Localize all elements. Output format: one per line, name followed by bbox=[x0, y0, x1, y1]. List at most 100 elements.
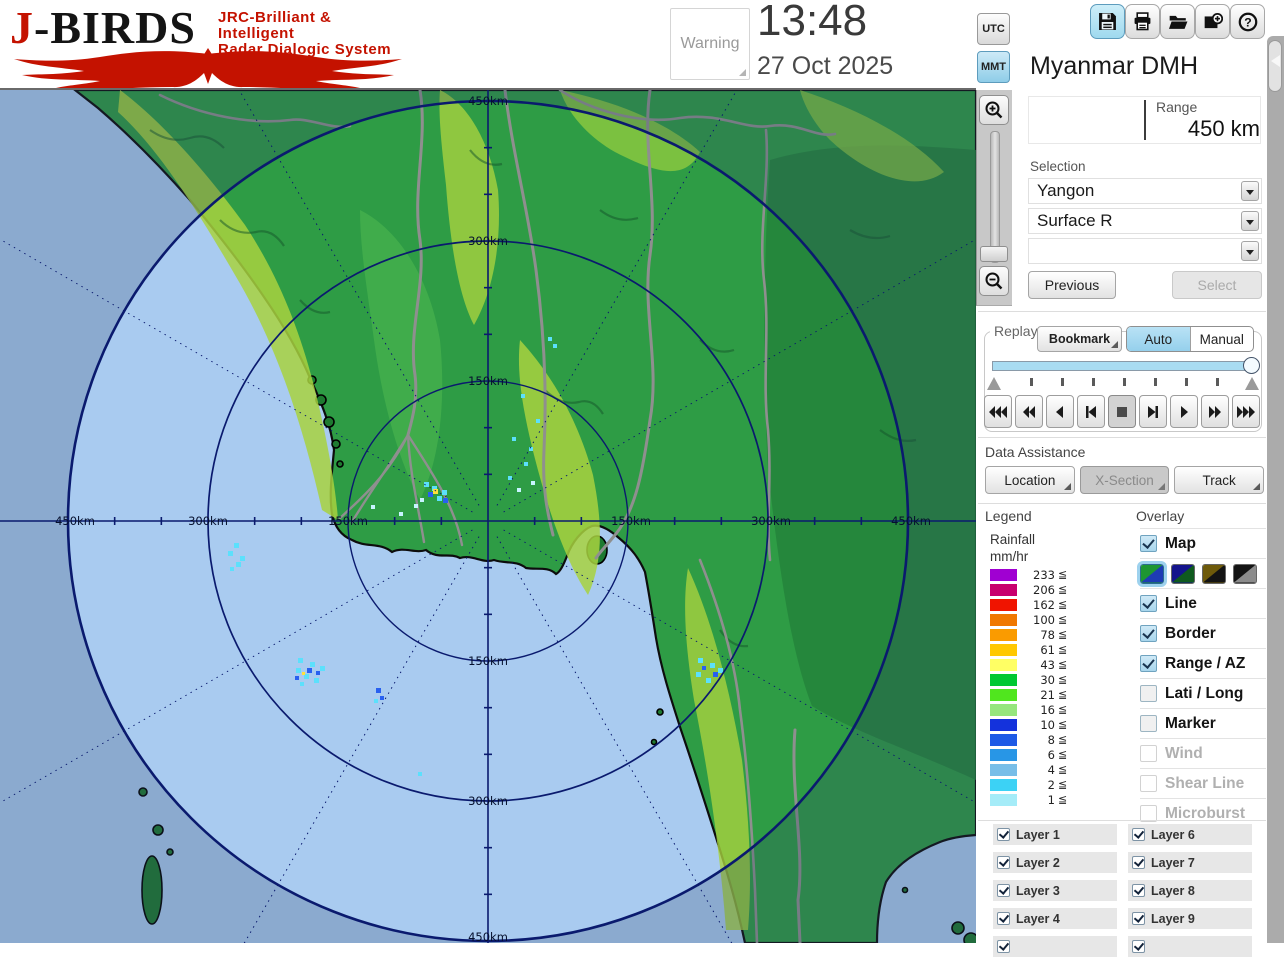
overlay-item[interactable]: Marker bbox=[1140, 708, 1266, 738]
svg-text:150km: 150km bbox=[328, 514, 368, 528]
layer-toggle[interactable]: Layer 2 bbox=[993, 852, 1117, 873]
transport-step-forward-button[interactable] bbox=[1139, 395, 1167, 428]
manual-button[interactable]: Manual bbox=[1189, 327, 1254, 351]
product-dropdown[interactable]: Surface R bbox=[1028, 208, 1262, 234]
bookmark-button[interactable]: Bookmark bbox=[1037, 326, 1122, 352]
collapse-panel-icon[interactable] bbox=[1271, 55, 1280, 67]
legend-value: 8 bbox=[1047, 732, 1055, 747]
zoom-slider-track[interactable] bbox=[990, 131, 1000, 263]
overlay-item[interactable]: Line bbox=[1140, 588, 1266, 618]
skip-forward-icon bbox=[1237, 405, 1255, 418]
zoom-in-button[interactable] bbox=[979, 95, 1009, 125]
checkbox[interactable] bbox=[997, 940, 1010, 953]
data-assistance-button[interactable]: X-Section bbox=[1079, 466, 1170, 494]
mmt-button[interactable]: MMT bbox=[977, 51, 1010, 83]
legend-entry: 61 ≦ bbox=[990, 642, 1100, 657]
layer-toggle[interactable]: Layer 1 bbox=[993, 824, 1117, 845]
transport-stop-button[interactable] bbox=[1108, 395, 1136, 428]
checkbox[interactable] bbox=[1140, 715, 1157, 732]
warning-button[interactable]: Warning bbox=[670, 8, 750, 80]
legend-value: 78 bbox=[1040, 627, 1055, 642]
checkbox[interactable] bbox=[1140, 535, 1157, 552]
checkbox[interactable] bbox=[1132, 912, 1145, 925]
select-button[interactable]: Select bbox=[1172, 271, 1262, 299]
map-style-swatch[interactable] bbox=[1137, 560, 1167, 587]
layer-toggle[interactable]: Layer 8 bbox=[1128, 880, 1252, 901]
layer-toggle[interactable]: Layer 9 bbox=[1128, 908, 1252, 929]
transport-fast-forward-button[interactable] bbox=[1201, 395, 1229, 428]
replay-tick bbox=[1092, 378, 1095, 386]
overlay-item-map[interactable]: Map bbox=[1140, 528, 1266, 558]
checkbox[interactable] bbox=[997, 912, 1010, 925]
transport-play-button[interactable] bbox=[1170, 395, 1198, 428]
legend-entry: 1 ≦ bbox=[990, 792, 1100, 807]
checkbox[interactable] bbox=[997, 856, 1010, 869]
transport-play-reverse-button[interactable] bbox=[1046, 395, 1074, 428]
map-style-swatch[interactable] bbox=[1233, 563, 1257, 584]
overlay-item[interactable]: Range / AZ bbox=[1140, 648, 1266, 678]
auto-button[interactable]: Auto bbox=[1127, 327, 1190, 351]
overlay-item[interactable]: Border bbox=[1140, 618, 1266, 648]
help-button[interactable]: ? bbox=[1230, 4, 1265, 39]
svg-text:300km: 300km bbox=[188, 514, 228, 528]
map-style-swatch[interactable] bbox=[1171, 563, 1195, 584]
legend-color-swatch bbox=[990, 733, 1017, 746]
map-style-swatch[interactable] bbox=[1202, 563, 1226, 584]
replay-slider-thumb[interactable] bbox=[1243, 357, 1260, 374]
overlay-item[interactable]: Lati / Long bbox=[1140, 678, 1266, 708]
transport-step-back-button[interactable] bbox=[1077, 395, 1105, 428]
zoom-out-button[interactable] bbox=[979, 266, 1009, 296]
checkbox[interactable] bbox=[1140, 745, 1157, 762]
layer-toggle[interactable] bbox=[993, 936, 1117, 957]
previous-button[interactable]: Previous bbox=[1028, 271, 1116, 299]
checkbox[interactable] bbox=[1140, 625, 1157, 642]
transport-rewind-button[interactable] bbox=[1015, 395, 1043, 428]
utc-button[interactable]: UTC bbox=[977, 13, 1010, 45]
checkbox[interactable] bbox=[1132, 856, 1145, 869]
layer-toggle[interactable] bbox=[1128, 936, 1252, 957]
transport-fast-rewind-button[interactable] bbox=[984, 395, 1012, 428]
save-button[interactable] bbox=[1090, 4, 1125, 39]
chevron-down-icon[interactable] bbox=[1241, 181, 1259, 201]
layer-toggle[interactable]: Layer 4 bbox=[993, 908, 1117, 929]
transport-skip-forward-button[interactable] bbox=[1232, 395, 1260, 428]
zoom-slider-thumb[interactable] bbox=[980, 246, 1008, 262]
replay-range-start-marker[interactable] bbox=[987, 377, 1001, 390]
checkbox[interactable] bbox=[1140, 595, 1157, 612]
data-assistance-button[interactable]: Location bbox=[985, 466, 1075, 494]
panel-scrollbar[interactable] bbox=[1267, 36, 1284, 943]
data-assistance-button[interactable]: Track bbox=[1174, 466, 1265, 494]
replay-mode-segment: Auto Manual bbox=[1126, 326, 1254, 352]
lte-symbol: ≦ bbox=[1058, 613, 1068, 626]
range-divider bbox=[1144, 100, 1146, 140]
print-button[interactable] bbox=[1125, 4, 1160, 39]
checkbox[interactable] bbox=[1132, 940, 1145, 953]
open-folder-button[interactable] bbox=[1160, 4, 1195, 39]
replay-slider-track[interactable] bbox=[992, 361, 1254, 371]
svg-text:450km: 450km bbox=[468, 94, 508, 108]
legend-value: 233 bbox=[1033, 567, 1055, 582]
extra-dropdown[interactable] bbox=[1028, 238, 1262, 264]
chevron-down-icon[interactable] bbox=[1241, 241, 1259, 261]
legend-entry: 100 ≦ bbox=[990, 612, 1100, 627]
export-image-button[interactable] bbox=[1195, 4, 1230, 39]
checkbox[interactable] bbox=[1140, 685, 1157, 702]
overlay-item[interactable]: Shear Line bbox=[1140, 768, 1266, 798]
legend-value: 206 bbox=[1033, 582, 1055, 597]
overlay-item[interactable]: Wind bbox=[1140, 738, 1266, 768]
legend-color-swatch bbox=[990, 613, 1017, 626]
lte-symbol: ≦ bbox=[1058, 643, 1068, 656]
checkbox[interactable] bbox=[997, 828, 1010, 841]
site-dropdown[interactable]: Yangon bbox=[1028, 178, 1262, 204]
replay-range-end-marker[interactable] bbox=[1245, 377, 1259, 390]
layer-toggle[interactable]: Layer 7 bbox=[1128, 852, 1252, 873]
checkbox[interactable] bbox=[1132, 884, 1145, 897]
layer-toggle[interactable]: Layer 3 bbox=[993, 880, 1117, 901]
layer-toggle[interactable]: Layer 6 bbox=[1128, 824, 1252, 845]
checkbox[interactable] bbox=[1140, 775, 1157, 792]
chevron-down-icon[interactable] bbox=[1241, 211, 1259, 231]
checkbox[interactable] bbox=[1132, 828, 1145, 841]
checkbox[interactable] bbox=[997, 884, 1010, 897]
radar-map[interactable]: 450km 300km 150km 150km 300km 450km 450k… bbox=[0, 0, 1095, 964]
checkbox[interactable] bbox=[1140, 655, 1157, 672]
